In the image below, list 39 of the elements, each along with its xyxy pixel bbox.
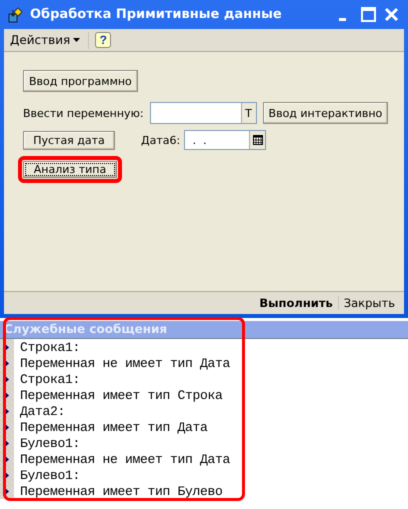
help-button[interactable]: ? [95, 32, 112, 48]
arrow-icon [5, 392, 9, 398]
message-text: Переменная имеет тип Дата [20, 420, 208, 434]
arrow-icon [5, 456, 9, 462]
message-text: Строка1: [20, 372, 80, 386]
arrow-icon [5, 424, 9, 430]
toolbar-button[interactable]: Закрыть [338, 296, 400, 310]
message-text: Строка1: [20, 340, 80, 354]
message-text: Булево1: [20, 468, 80, 482]
panel-title: Служебные сообщения [0, 321, 408, 339]
variable-label: Ввести переменную: [23, 106, 144, 120]
calendar-icon[interactable] [252, 135, 263, 145]
date-field[interactable]: . . [184, 130, 266, 150]
arrow-icon [5, 440, 9, 446]
window-title: Обработка Примитивные данные [30, 7, 283, 22]
message-text: Переменная не имеет тип Дата [20, 452, 230, 466]
message-text: Дата2: [20, 404, 66, 418]
date-label: Дата6: [141, 134, 180, 146]
analyze-button[interactable]: Анализ типа [23, 161, 117, 178]
arrow-icon [5, 472, 9, 478]
arrow-icon [5, 344, 9, 350]
caret-icon [73, 38, 80, 42]
message-text: Переменная имеет тип Булево [20, 484, 223, 498]
arrow-icon [5, 488, 9, 494]
arrow-icon [5, 408, 9, 414]
arrow-icon [5, 376, 9, 382]
message-text: Переменная не имеет тип Дата [20, 356, 230, 370]
app-icon [8, 6, 24, 22]
toolbar-button[interactable]: Выполнить [254, 296, 338, 310]
empty-date-button[interactable]: Пустая дата [23, 130, 115, 150]
arrow-icon [5, 360, 9, 366]
message-text: Булево1: [20, 436, 80, 450]
interactive-input-button[interactable]: Ввод интерактивно [262, 102, 388, 124]
variable-field[interactable]: T [150, 102, 257, 124]
maximize-icon[interactable] [358, 4, 379, 25]
program-input-button[interactable]: Ввод программно [23, 70, 138, 92]
message-text: Переменная имеет тип Строка [20, 388, 223, 402]
actions-menu[interactable]: Действия [8, 33, 82, 47]
type-button[interactable]: T [240, 103, 256, 123]
